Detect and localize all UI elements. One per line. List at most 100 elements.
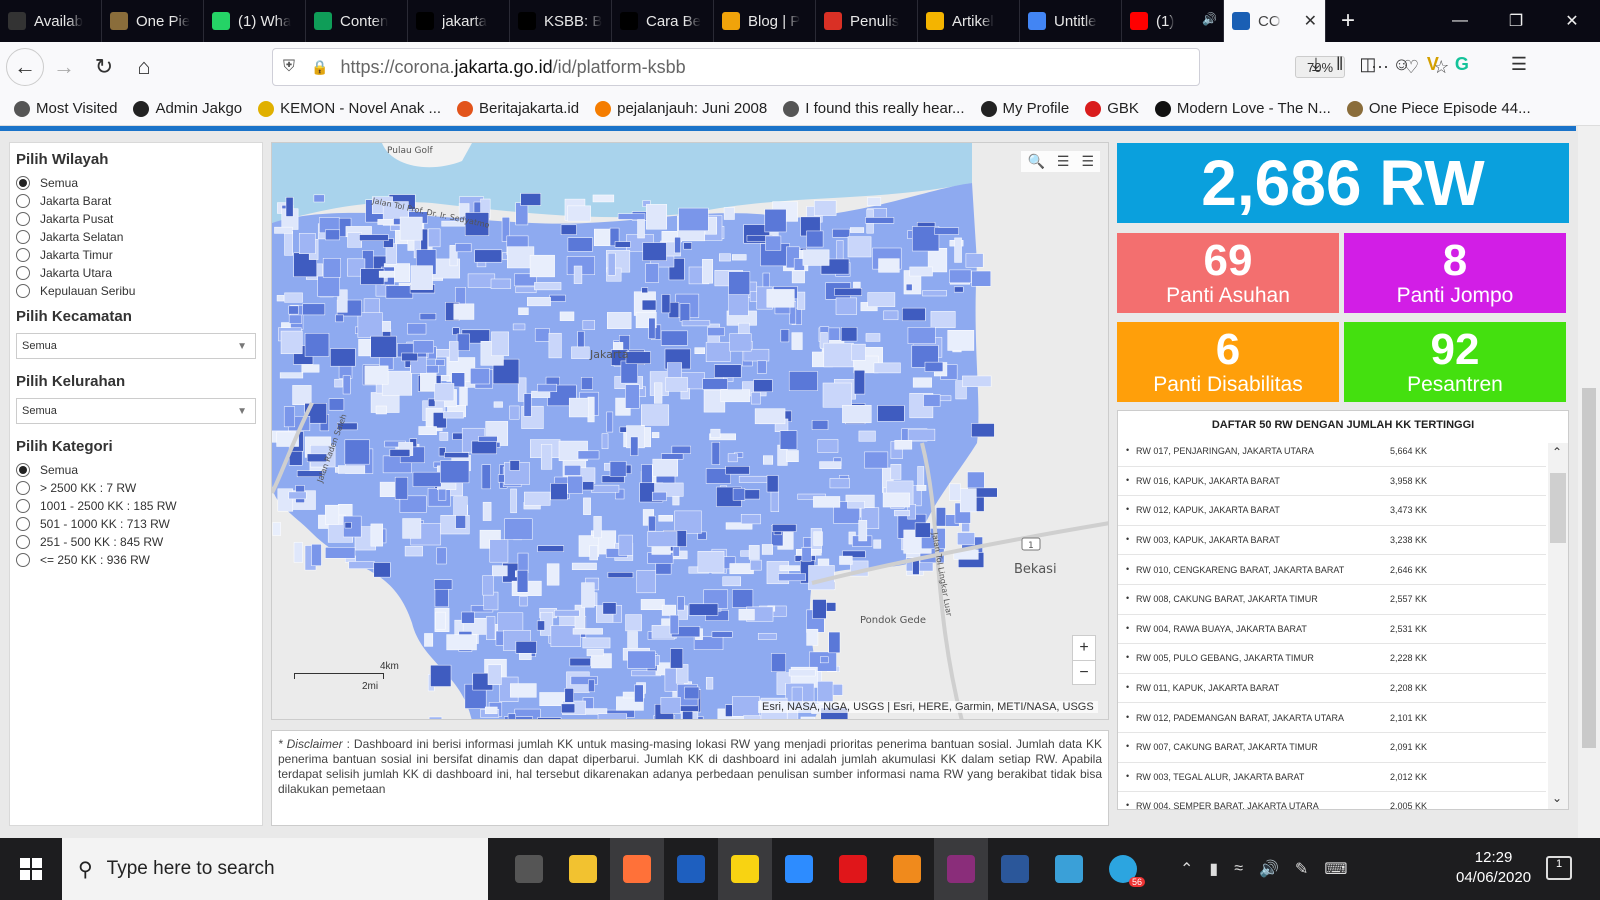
rw-region[interactable] xyxy=(711,441,721,465)
rw-region[interactable] xyxy=(560,224,577,235)
taskbar-app[interactable] xyxy=(664,838,718,900)
list-item[interactable]: RW 008, CAKUNG BARAT, JAKARTA TIMUR 2,557… xyxy=(1118,585,1546,615)
zoom-in-button[interactable]: + xyxy=(1073,636,1095,660)
rw-region[interactable] xyxy=(618,534,633,556)
rw-region[interactable] xyxy=(788,371,818,391)
rw-region[interactable] xyxy=(540,444,553,470)
close-window-icon[interactable]: ✕ xyxy=(1544,0,1600,42)
rw-region[interactable] xyxy=(757,633,777,640)
rw-region[interactable] xyxy=(669,614,679,635)
rw-region[interactable] xyxy=(914,522,931,538)
rw-region[interactable] xyxy=(510,488,517,514)
kategori-option[interactable]: 251 - 500 KK : 845 RW xyxy=(16,533,256,551)
rw-region[interactable] xyxy=(907,428,936,441)
bookmark-item[interactable]: One Piece Episode 44... xyxy=(1346,100,1531,117)
bookmark-item[interactable]: KEMON - Novel Anak ... xyxy=(258,100,441,117)
rw-region[interactable] xyxy=(444,452,470,458)
rw-region[interactable] xyxy=(523,393,532,417)
rw-region[interactable] xyxy=(549,294,566,302)
rw-region[interactable] xyxy=(559,311,575,321)
rw-region[interactable] xyxy=(328,398,345,411)
rw-region[interactable] xyxy=(853,281,861,289)
rw-region[interactable] xyxy=(812,599,827,619)
rw-region[interactable] xyxy=(428,398,436,407)
rw-region[interactable] xyxy=(517,552,529,574)
rw-region[interactable] xyxy=(574,604,586,629)
rw-region[interactable] xyxy=(654,382,663,404)
radio-button[interactable] xyxy=(16,481,30,495)
rw-region[interactable] xyxy=(813,496,841,508)
rw-region[interactable] xyxy=(661,453,684,460)
speaker-icon[interactable]: 🔊 xyxy=(1202,12,1217,26)
rw-region[interactable] xyxy=(325,504,340,525)
rw-region[interactable] xyxy=(571,346,590,359)
rw-region[interactable] xyxy=(702,378,728,390)
rw-region[interactable] xyxy=(890,464,902,480)
rw-region[interactable] xyxy=(519,596,528,607)
bookmark-item[interactable]: GBK xyxy=(1085,100,1139,117)
rw-region[interactable] xyxy=(546,563,560,586)
rw-region[interactable] xyxy=(493,401,503,408)
rw-region[interactable] xyxy=(418,426,437,436)
kategori-option[interactable]: > 2500 KK : 7 RW xyxy=(16,479,256,497)
wilayah-option[interactable]: Jakarta Utara xyxy=(16,264,256,282)
rw-region[interactable] xyxy=(894,510,910,517)
taskbar-app[interactable] xyxy=(826,838,880,900)
browser-tab[interactable]: Penulis xyxy=(816,0,918,42)
rw-region[interactable] xyxy=(672,546,680,557)
rw-region[interactable] xyxy=(561,703,576,714)
kategori-option[interactable]: 1001 - 2500 KK : 185 RW xyxy=(16,497,256,515)
rw-region[interactable] xyxy=(907,327,936,344)
rw-region[interactable] xyxy=(826,602,837,612)
rw-region[interactable] xyxy=(971,423,995,438)
rw-region[interactable] xyxy=(524,491,551,506)
list-item[interactable]: RW 012, KAPUK, JAKARTA BARAT 3,473 KK xyxy=(1118,496,1546,526)
menu-icon[interactable]: ☰ xyxy=(1511,54,1527,75)
rw-region[interactable] xyxy=(607,572,634,578)
rw-region[interactable] xyxy=(537,545,565,552)
rw-region[interactable] xyxy=(512,323,526,331)
rw-region[interactable] xyxy=(723,207,735,220)
rw-region[interactable] xyxy=(732,488,746,501)
rw-region[interactable] xyxy=(536,620,545,631)
rw-region[interactable] xyxy=(471,440,497,455)
rw-region[interactable] xyxy=(274,226,293,234)
rw-region[interactable] xyxy=(564,465,582,476)
rw-region[interactable] xyxy=(959,488,977,513)
rw-region[interactable] xyxy=(832,228,850,238)
rw-region[interactable] xyxy=(729,563,754,575)
account-icon[interactable]: ☺ xyxy=(1392,54,1410,75)
sidebar-icon[interactable]: ◫ xyxy=(1359,54,1376,75)
radio-button[interactable] xyxy=(16,517,30,531)
rw-region[interactable] xyxy=(697,550,725,573)
rw-region[interactable] xyxy=(770,491,780,512)
rw-region[interactable] xyxy=(949,483,961,501)
rw-region[interactable] xyxy=(849,227,865,233)
radio-button[interactable] xyxy=(16,284,30,298)
browser-tab[interactable]: Untitle xyxy=(1020,0,1122,42)
rw-region[interactable] xyxy=(648,317,656,339)
rw-region[interactable] xyxy=(660,330,688,346)
rw-region[interactable] xyxy=(449,341,459,362)
rw-region[interactable] xyxy=(740,514,761,525)
rw-region[interactable] xyxy=(539,692,566,706)
rw-region[interactable] xyxy=(509,405,520,420)
rw-region[interactable] xyxy=(705,677,714,690)
rw-region[interactable] xyxy=(591,484,620,493)
rw-region[interactable] xyxy=(288,314,303,324)
rw-region[interactable] xyxy=(311,543,322,566)
rw-region[interactable] xyxy=(924,361,944,372)
rw-region[interactable] xyxy=(428,228,441,248)
rw-region[interactable] xyxy=(504,518,533,540)
rw-region[interactable] xyxy=(330,348,356,367)
rw-region[interactable] xyxy=(507,713,516,720)
rw-region[interactable] xyxy=(858,430,876,442)
rw-region[interactable] xyxy=(520,193,542,206)
rw-region[interactable] xyxy=(797,291,806,310)
rw-region[interactable] xyxy=(582,637,611,649)
rw-region[interactable] xyxy=(602,602,617,615)
rw-region[interactable] xyxy=(780,329,790,343)
rw-region[interactable] xyxy=(748,545,760,560)
taskbar-app[interactable]: 56 xyxy=(1096,838,1150,900)
rw-region[interactable] xyxy=(571,562,597,570)
